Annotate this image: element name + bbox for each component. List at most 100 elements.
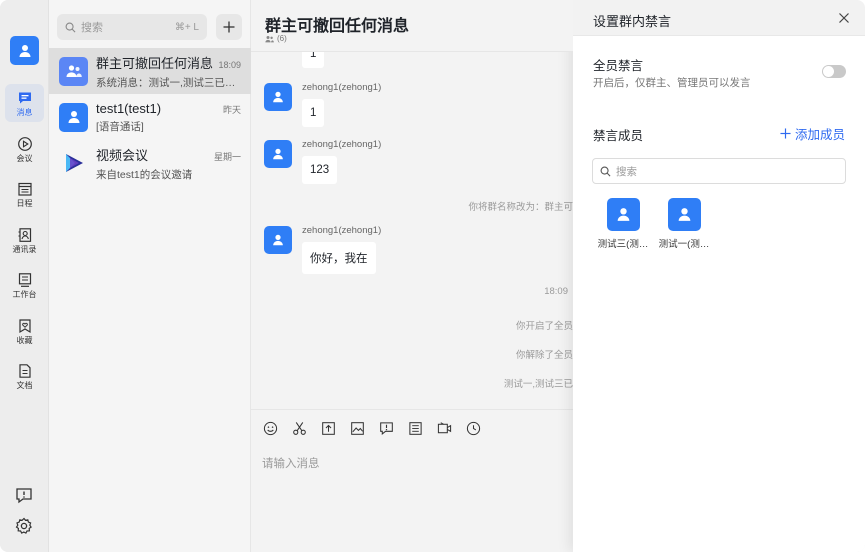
feedback-button[interactable]: [378, 420, 394, 436]
member-search-input[interactable]: 搜索: [592, 158, 846, 184]
message-composer: 请输入消息: [251, 409, 573, 552]
upload-file-button[interactable]: [320, 420, 336, 436]
nav-messages-label: 消息: [16, 107, 33, 117]
message-bubble[interactable]: 123: [302, 155, 338, 184]
member-name: 测试一(测…: [658, 239, 710, 250]
chat-title: 群主可撤回任何消息: [265, 18, 410, 35]
search-icon: [600, 166, 611, 176]
feedback-icon: [379, 421, 393, 435]
emoji-icon: [263, 421, 277, 435]
message-timestamp: 18:09: [544, 286, 568, 297]
sender-avatar[interactable]: [264, 140, 292, 168]
conversation-preview: 来自test1的会议邀请: [96, 168, 193, 181]
member-avatar: [606, 198, 640, 231]
video-call-icon: [437, 421, 451, 433]
sender-name: zehong1(zehong1): [302, 139, 382, 150]
nav-contacts[interactable]: 通讯录: [5, 221, 44, 259]
conversation-name: 视频会议: [96, 147, 149, 163]
schedule-icon: [408, 421, 422, 435]
conversation-time: 星期一: [213, 151, 241, 162]
message-bubble[interactable]: 你好，我在: [302, 241, 376, 274]
upload-file-icon: [321, 421, 335, 435]
schedule-button[interactable]: [407, 420, 423, 436]
nav-calendar[interactable]: 日程: [5, 175, 44, 213]
conversation-item[interactable]: 视频会议 星期一 来自test1的会议邀请: [49, 140, 251, 186]
nav-documents[interactable]: 文档: [5, 357, 44, 395]
image-button[interactable]: [349, 420, 365, 436]
mute-all-toggle[interactable]: [822, 65, 846, 78]
user-icon: [273, 234, 283, 246]
conversation-search-input[interactable]: 搜索 ⌘+ L: [57, 14, 207, 40]
user-icon: [273, 91, 283, 103]
user-icon: [617, 208, 629, 221]
nav-meetings-label: 会议: [16, 153, 33, 163]
mute-all-description: 开启后，仅群主、管理员可以发言: [593, 77, 751, 89]
message-bubble[interactable]: 1: [302, 98, 325, 127]
group-avatar: [59, 56, 88, 86]
create-button[interactable]: [216, 14, 242, 40]
system-message: 测试一,测试三已: [503, 379, 573, 390]
close-icon[interactable]: [837, 11, 851, 25]
nav-messages[interactable]: 消息: [5, 84, 44, 122]
chat-icon: [18, 92, 31, 103]
clock-icon: [466, 421, 480, 435]
screenshot-button[interactable]: [291, 420, 307, 436]
message-item: zehong1(zehong1) 1: [264, 83, 381, 127]
conversation-preview: [语音通话]: [96, 120, 144, 133]
member-avatar: [667, 198, 701, 231]
nav-favorites-label: 收藏: [16, 335, 33, 345]
navigation-rail: 消息 会议 日程 通讯录 工作台 收藏 文档: [0, 0, 49, 552]
search-icon: [65, 22, 76, 32]
message-item: 1: [302, 52, 325, 68]
message-item: zehong1(zehong1) 你好，我在: [264, 226, 381, 274]
muted-member[interactable]: 测试三(测…: [593, 198, 653, 250]
muted-member[interactable]: 测试一(测…: [654, 198, 714, 250]
message-list: 1 zehong1(zehong1) 1 zehong1(zehong1) 12…: [251, 52, 573, 409]
message-item: zehong1(zehong1) 123: [264, 140, 381, 184]
favorite-icon: [18, 318, 31, 333]
user-icon: [678, 208, 690, 221]
emoji-button[interactable]: [262, 420, 278, 436]
feedback-icon[interactable]: [14, 486, 34, 506]
history-button[interactable]: [465, 420, 481, 436]
panel-header: 设置群内禁言: [573, 0, 865, 36]
nav-favorites[interactable]: 收藏: [5, 312, 44, 350]
nav-documents-label: 文档: [16, 380, 33, 390]
document-icon: [18, 363, 31, 378]
search-shortcut: ⌘+ L: [174, 21, 199, 33]
scissors-icon: [292, 421, 306, 435]
conversation-item[interactable]: test1(test1) 昨天 [语音通话]: [49, 94, 251, 140]
user-icon: [68, 111, 79, 123]
video-logo-icon: [65, 154, 83, 172]
member-count[interactable]: (6): [265, 34, 287, 43]
message-bubble[interactable]: 1: [302, 52, 325, 68]
sender-avatar[interactable]: [264, 226, 292, 254]
user-avatar[interactable]: [10, 36, 39, 65]
conversation-name: 群主可撤回任何消息: [96, 55, 214, 71]
conversation-list-panel: 搜索 ⌘+ L 群主可撤回任何消息 18:09 系统消息：测试一,测试三已被…: [49, 0, 251, 552]
sender-avatar[interactable]: [264, 83, 292, 111]
composer-toolbar: [262, 420, 481, 436]
conversation-item[interactable]: 群主可撤回任何消息 18:09 系统消息：测试一,测试三已被…: [49, 48, 251, 94]
workbench-icon: [18, 272, 31, 287]
add-member-button[interactable]: 添加成员: [780, 124, 845, 143]
nav-contacts-label: 通讯录: [12, 244, 37, 254]
nav-calendar-label: 日程: [16, 198, 33, 208]
member-name: 测试三(测…: [597, 239, 649, 250]
user-icon: [19, 44, 30, 57]
nav-workbench[interactable]: 工作台: [5, 266, 44, 304]
contacts-icon: [18, 227, 31, 242]
settings-icon[interactable]: [14, 516, 34, 536]
app-window: 消息 会议 日程 通讯录 工作台 收藏 文档 搜索 ⌘+ L 群主可撤回任何消息…: [0, 0, 865, 552]
panel-title: 设置群内禁言: [593, 14, 672, 29]
plus-icon: [223, 21, 235, 33]
user-icon: [273, 148, 283, 160]
member-count-text: (6): [277, 34, 287, 43]
sender-name: zehong1(zehong1): [302, 82, 382, 93]
conversation-preview: 系统消息：测试一,测试三已被…: [96, 76, 241, 89]
add-member-label: 添加成员: [794, 128, 845, 142]
nav-meetings[interactable]: 会议: [5, 130, 44, 168]
message-input[interactable]: 请输入消息: [262, 455, 320, 471]
video-call-button[interactable]: [436, 420, 452, 436]
mute-all-title: 全员禁言: [593, 59, 644, 73]
